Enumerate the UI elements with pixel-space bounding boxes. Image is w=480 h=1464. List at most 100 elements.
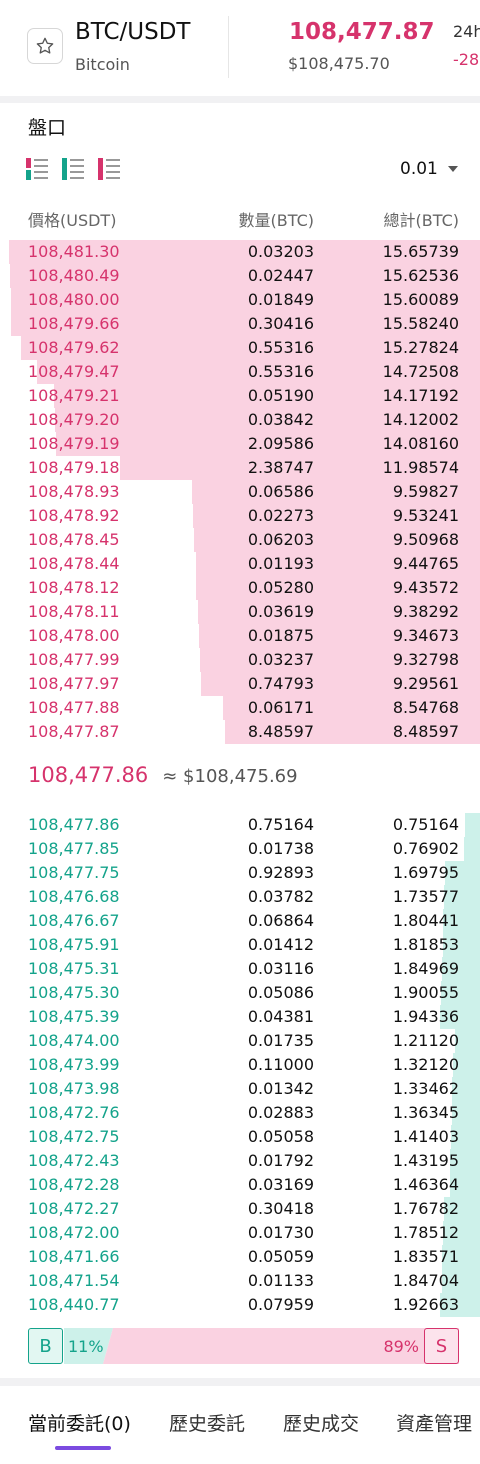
ask-row[interactable]: 108,479.47 0.55316 14.72508 bbox=[0, 360, 480, 384]
bid-total: 1.69795 bbox=[392, 863, 459, 882]
ask-row[interactable]: 108,478.92 0.02273 9.53241 bbox=[0, 504, 480, 528]
sell-badge: S bbox=[424, 1328, 459, 1364]
bid-price: 108,477.75 bbox=[28, 863, 120, 882]
bid-row[interactable]: 108,473.98 0.01342 1.33462 bbox=[0, 1077, 480, 1101]
ask-row[interactable]: 108,478.93 0.06586 9.59827 bbox=[0, 480, 480, 504]
ask-row[interactable]: 108,477.88 0.06171 8.54768 bbox=[0, 696, 480, 720]
bid-row[interactable]: 108,440.77 0.07959 1.92663 bbox=[0, 1293, 480, 1317]
ask-price: 108,479.19 bbox=[28, 434, 120, 453]
ask-row[interactable]: 108,479.66 0.30416 15.58240 bbox=[0, 312, 480, 336]
ask-row[interactable]: 108,478.12 0.05280 9.43572 bbox=[0, 576, 480, 600]
precision-value: 0.01 bbox=[400, 159, 438, 179]
tab-asset-management[interactable]: 資產管理 bbox=[396, 1409, 472, 1436]
buy-badge: B bbox=[28, 1328, 63, 1364]
ask-row[interactable]: 108,480.00 0.01849 15.60089 bbox=[0, 288, 480, 312]
bid-total: 1.76782 bbox=[392, 1199, 459, 1218]
ask-row[interactable]: 108,477.99 0.03237 9.32798 bbox=[0, 648, 480, 672]
bid-row[interactable]: 108,476.67 0.06864 1.80441 bbox=[0, 909, 480, 933]
view-asks-icon[interactable] bbox=[98, 158, 120, 180]
ask-row[interactable]: 108,478.44 0.01193 9.44765 bbox=[0, 552, 480, 576]
bid-price: 108,472.43 bbox=[28, 1151, 120, 1170]
ask-row[interactable]: 108,480.49 0.02447 15.62536 bbox=[0, 264, 480, 288]
active-tab-indicator bbox=[55, 1446, 111, 1450]
bid-total: 1.81853 bbox=[392, 935, 459, 954]
favorite-button[interactable] bbox=[27, 28, 63, 64]
bid-qty: 0.01730 bbox=[247, 1223, 314, 1242]
bid-row[interactable]: 108,475.31 0.03116 1.84969 bbox=[0, 957, 480, 981]
ask-row[interactable]: 108,479.20 0.03842 14.12002 bbox=[0, 408, 480, 432]
mid-price: 108,477.86 bbox=[28, 763, 149, 787]
ask-row[interactable]: 108,479.19 2.09586 14.08160 bbox=[0, 432, 480, 456]
ask-qty: 0.30416 bbox=[247, 314, 314, 333]
bid-row[interactable]: 108,471.66 0.05059 1.83571 bbox=[0, 1245, 480, 1269]
bid-qty: 0.02883 bbox=[247, 1103, 314, 1122]
bid-row[interactable]: 108,473.99 0.11000 1.32120 bbox=[0, 1053, 480, 1077]
ask-row[interactable]: 108,477.87 8.48597 8.48597 bbox=[0, 720, 480, 744]
ask-total: 14.12002 bbox=[382, 410, 459, 429]
last-price-usd: $108,475.70 bbox=[288, 54, 390, 73]
bid-total: 1.46364 bbox=[392, 1175, 459, 1194]
bid-row[interactable]: 108,474.00 0.01735 1.21120 bbox=[0, 1029, 480, 1053]
bid-row[interactable]: 108,472.76 0.02883 1.36345 bbox=[0, 1101, 480, 1125]
pair-symbol[interactable]: BTC/USDT bbox=[75, 19, 190, 45]
tab-order-history[interactable]: 歷史委託 bbox=[169, 1409, 245, 1436]
ask-total: 14.08160 bbox=[382, 434, 459, 453]
bid-row[interactable]: 108,477.75 0.92893 1.69795 bbox=[0, 861, 480, 885]
ask-total: 9.32798 bbox=[392, 650, 459, 669]
bid-price: 108,474.00 bbox=[28, 1031, 120, 1050]
bid-row[interactable]: 108,471.54 0.01133 1.84704 bbox=[0, 1269, 480, 1293]
ask-price: 108,479.66 bbox=[28, 314, 120, 333]
mid-price-usd: ≈ $108,475.69 bbox=[162, 766, 298, 787]
ask-row[interactable]: 108,478.11 0.03619 9.38292 bbox=[0, 600, 480, 624]
ask-price: 108,481.30 bbox=[28, 242, 120, 261]
bid-row[interactable]: 108,476.68 0.03782 1.73577 bbox=[0, 885, 480, 909]
bid-row[interactable]: 108,475.39 0.04381 1.94336 bbox=[0, 1005, 480, 1029]
bid-total: 0.76902 bbox=[392, 839, 459, 858]
bid-row[interactable]: 108,472.43 0.01792 1.43195 bbox=[0, 1149, 480, 1173]
ask-qty: 0.02273 bbox=[247, 506, 314, 525]
change-24h-value: -28 bbox=[453, 50, 480, 69]
ask-row[interactable]: 108,479.18 2.38747 11.98574 bbox=[0, 456, 480, 480]
tab-trade-history[interactable]: 歷史成交 bbox=[283, 1409, 359, 1436]
ask-row[interactable]: 108,479.62 0.55316 15.27824 bbox=[0, 336, 480, 360]
ask-qty: 2.38747 bbox=[247, 458, 314, 477]
bid-qty: 0.03116 bbox=[247, 959, 314, 978]
bid-qty: 0.07959 bbox=[247, 1295, 314, 1314]
bid-qty: 0.05086 bbox=[247, 983, 314, 1002]
bid-row[interactable]: 108,472.75 0.05058 1.41403 bbox=[0, 1125, 480, 1149]
view-bids-icon[interactable] bbox=[62, 158, 84, 180]
bid-qty: 0.03782 bbox=[247, 887, 314, 906]
ask-row[interactable]: 108,477.97 0.74793 9.29561 bbox=[0, 672, 480, 696]
ask-qty: 0.05280 bbox=[247, 578, 314, 597]
bid-row[interactable]: 108,472.00 0.01730 1.78512 bbox=[0, 1221, 480, 1245]
ask-qty: 0.55316 bbox=[247, 338, 314, 357]
bid-row[interactable]: 108,477.86 0.75164 0.75164 bbox=[0, 813, 480, 837]
buy-sell-ratio: B 11% 89% S bbox=[28, 1328, 459, 1364]
ask-total: 9.53241 bbox=[392, 506, 459, 525]
last-price: 108,477.87 bbox=[289, 19, 435, 45]
bid-row[interactable]: 108,477.85 0.01738 0.76902 bbox=[0, 837, 480, 861]
bid-qty: 0.06864 bbox=[247, 911, 314, 930]
ask-total: 14.17192 bbox=[382, 386, 459, 405]
bid-price: 108,477.85 bbox=[28, 839, 120, 858]
ask-row[interactable]: 108,478.45 0.06203 9.50968 bbox=[0, 528, 480, 552]
bid-price: 108,476.67 bbox=[28, 911, 120, 930]
ask-price: 108,477.88 bbox=[28, 698, 120, 717]
ask-price: 108,477.99 bbox=[28, 650, 120, 669]
ask-row[interactable]: 108,481.30 0.03203 15.65739 bbox=[0, 240, 480, 264]
ask-row[interactable]: 108,479.21 0.05190 14.17192 bbox=[0, 384, 480, 408]
ask-total: 8.54768 bbox=[392, 698, 459, 717]
bid-row[interactable]: 108,475.30 0.05086 1.90055 bbox=[0, 981, 480, 1005]
bid-row[interactable]: 108,472.28 0.03169 1.46364 bbox=[0, 1173, 480, 1197]
bid-qty: 0.01342 bbox=[247, 1079, 314, 1098]
bid-qty: 0.01738 bbox=[247, 839, 314, 858]
bid-row[interactable]: 108,475.91 0.01412 1.81853 bbox=[0, 933, 480, 957]
bid-price: 108,475.30 bbox=[28, 983, 120, 1002]
ask-row[interactable]: 108,478.00 0.01875 9.34673 bbox=[0, 624, 480, 648]
bid-row[interactable]: 108,472.27 0.30418 1.76782 bbox=[0, 1197, 480, 1221]
bid-price: 108,472.28 bbox=[28, 1175, 120, 1194]
tab-open-orders[interactable]: 當前委託(0) bbox=[28, 1409, 131, 1436]
view-both-icon[interactable] bbox=[26, 158, 48, 180]
depth-bar bbox=[464, 837, 480, 861]
precision-select[interactable]: 0.01 bbox=[400, 159, 458, 179]
